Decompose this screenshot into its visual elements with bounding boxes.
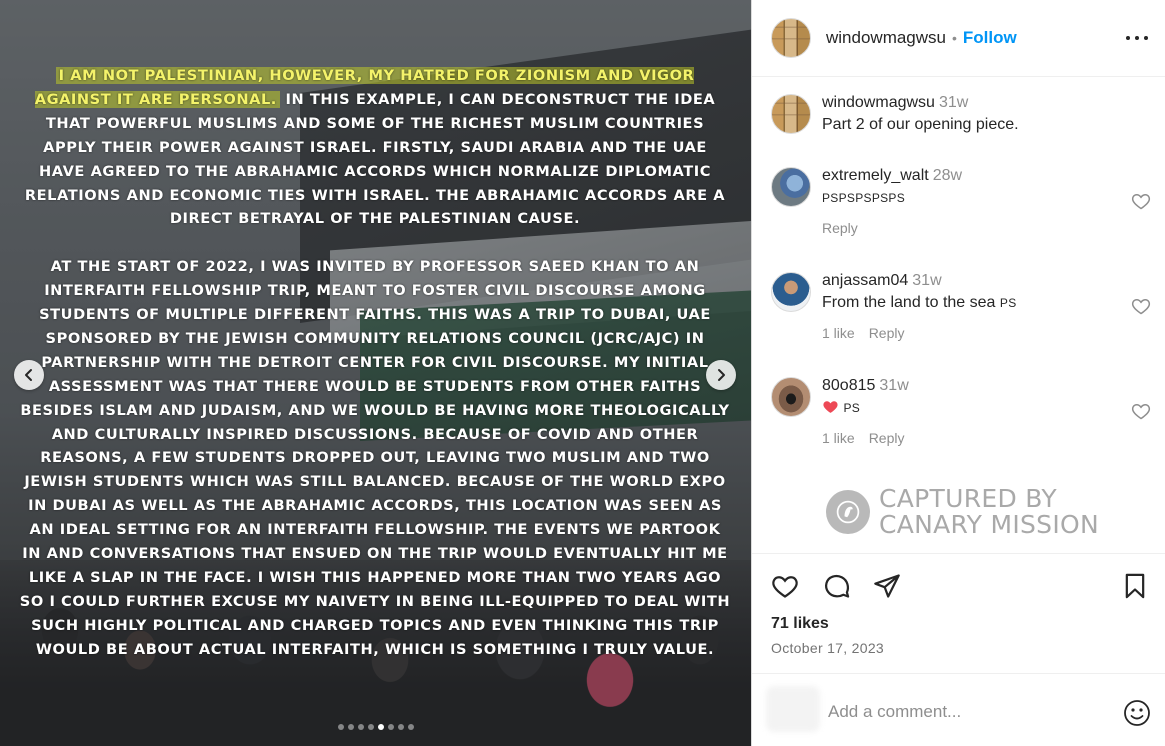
comment-suffix: PS: [999, 296, 1017, 310]
comment-body: windowmagwsu 31w Part 2 of our opening pi…: [822, 94, 1122, 135]
comment-meta: 1 like Reply: [822, 430, 1122, 446]
reply-button[interactable]: Reply: [822, 220, 858, 236]
red-heart-icon: [823, 401, 838, 413]
comment-username[interactable]: anjassam04: [822, 272, 908, 289]
avatar[interactable]: [771, 94, 811, 134]
more-options-icon[interactable]: [1126, 28, 1148, 48]
reply-button[interactable]: Reply: [869, 325, 905, 341]
watermark-line-2: CANARY MISSION: [879, 510, 1099, 539]
caption-comment: windowmagwsu 31w Part 2 of our opening pi…: [771, 94, 1151, 144]
comment-username[interactable]: 80o815: [822, 377, 875, 394]
author-username[interactable]: windowmagwsu: [826, 28, 946, 48]
user-avatar: [766, 686, 820, 732]
comment-time[interactable]: 28w: [933, 167, 962, 184]
carousel-dot: [347, 724, 354, 730]
like-comment-heart-icon[interactable]: [1131, 191, 1151, 211]
like-comment-heart-icon[interactable]: [1131, 401, 1151, 421]
post-paragraph-1: I am not Palestinian, however, my hatred…: [18, 64, 732, 231]
comment-text: PSPSPSPSPS: [822, 191, 906, 205]
avatar[interactable]: [771, 272, 811, 312]
comment-text-line: From the land to the sea PS: [822, 293, 1122, 313]
comment-input[interactable]: Add a comment...: [828, 702, 961, 722]
watermark-text: CAPTURED BY CANARY MISSION: [879, 486, 1099, 538]
post-paragraph-2: At the start of 2022, I was invited by P…: [19, 258, 731, 658]
reply-button[interactable]: Reply: [869, 430, 905, 446]
add-comment-bar: Add a comment...: [752, 673, 1165, 746]
comment-body: 80o815 31w PS 1 like Reply: [822, 377, 1122, 446]
comment-meta: 1 like Reply: [822, 325, 1122, 341]
comment-time[interactable]: 31w: [912, 272, 941, 289]
comment-likes[interactable]: 1 like: [822, 325, 855, 341]
carousel-indicator: [0, 724, 751, 730]
comment-suffix: PS: [843, 401, 861, 415]
comment-likes[interactable]: 1 like: [822, 430, 855, 446]
comment-button[interactable]: [823, 572, 851, 600]
comment-time[interactable]: 31w: [879, 377, 908, 394]
bookmark-icon: [1125, 573, 1145, 599]
chevron-right-icon: [718, 369, 725, 381]
save-button[interactable]: [1121, 572, 1149, 600]
share-button[interactable]: [873, 572, 901, 600]
comment-text-line: PS: [822, 398, 1122, 418]
like-button[interactable]: [771, 572, 799, 600]
carousel-dot: [357, 724, 364, 730]
carousel-dot: [377, 724, 384, 730]
list-item: 80o815 31w PS 1 like Reply: [771, 377, 1151, 457]
previous-slide-button[interactable]: [14, 360, 44, 390]
follow-button[interactable]: Follow: [963, 28, 1017, 48]
comment-text: Part 2 of our opening piece.: [822, 116, 1019, 133]
like-comment-heart-icon[interactable]: [1131, 296, 1151, 316]
comment-username[interactable]: windowmagwsu: [822, 94, 935, 111]
author-avatar[interactable]: [771, 18, 811, 58]
post-actions: 71 likes October 17, 2023: [752, 553, 1165, 673]
post-date[interactable]: October 17, 2023: [771, 640, 884, 656]
comments-list: windowmagwsu 31w Part 2 of our opening pi…: [752, 77, 1165, 553]
avatar[interactable]: [771, 167, 811, 207]
post-text-overlay: I am not Palestinian, however, my hatred…: [18, 64, 732, 662]
comment-body: anjassam04 31w From the land to the sea P…: [822, 272, 1122, 341]
post-side-panel: windowmagwsu • Follow windowmagwsu 31w Pa…: [751, 0, 1165, 746]
avatar[interactable]: [771, 377, 811, 417]
list-item: extremely_walt 28w PSPSPSPSPS Reply: [771, 167, 1151, 247]
next-slide-button[interactable]: [706, 360, 736, 390]
canary-bird-icon: [826, 490, 870, 534]
emoji-icon[interactable]: [1122, 698, 1152, 728]
list-item: anjassam04 31w From the land to the sea P…: [771, 272, 1151, 352]
comment-meta: Reply: [822, 220, 1122, 236]
likes-count[interactable]: 71 likes: [771, 615, 829, 633]
canary-mission-watermark: CAPTURED BY CANARY MISSION: [826, 486, 1099, 538]
carousel-dot: [397, 724, 404, 730]
paragraph-1-rest: In this example, I can deconstruct the i…: [24, 90, 726, 228]
heart-icon: [772, 576, 798, 598]
comment-time[interactable]: 31w: [939, 94, 968, 111]
watermark-line-1: CAPTURED BY: [879, 484, 1057, 513]
chevron-left-icon: [25, 369, 32, 381]
comment-body: extremely_walt 28w PSPSPSPSPS Reply: [822, 167, 1122, 236]
carousel-dot: [387, 724, 394, 730]
red-heart-emoji: [822, 399, 839, 416]
paper-plane-icon: [874, 574, 900, 598]
comment-text: From the land to the sea: [822, 294, 996, 311]
post-header: windowmagwsu • Follow: [752, 0, 1165, 77]
comment-bubble-icon: [825, 574, 850, 598]
comment-username[interactable]: extremely_walt: [822, 167, 929, 184]
carousel-dot: [407, 724, 414, 730]
carousel-dot: [367, 724, 374, 730]
header-separator: •: [952, 30, 957, 46]
carousel-dot: [337, 724, 344, 730]
post-media: I am not Palestinian, however, my hatred…: [0, 0, 751, 746]
